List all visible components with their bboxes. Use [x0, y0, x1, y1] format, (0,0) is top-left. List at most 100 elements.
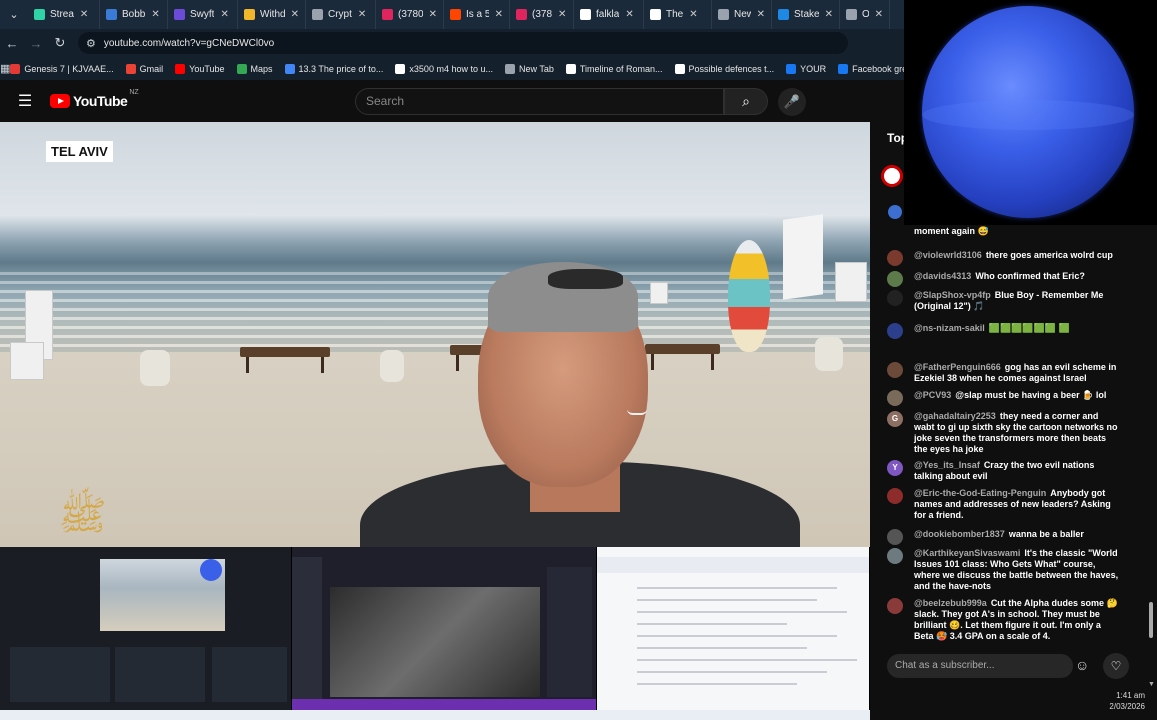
- chat-author-name[interactable]: @violewrld3106: [914, 250, 982, 260]
- channel-avatar[interactable]: [881, 165, 903, 187]
- chat-message[interactable]: @KarthikeyanSivaswami It's the classic "W…: [887, 548, 1119, 592]
- chat-author-avatar[interactable]: Y: [887, 460, 903, 476]
- chat-author-name[interactable]: @SlapShox-vp4fp: [914, 290, 991, 300]
- scrollbar-thumb[interactable]: [1149, 602, 1153, 638]
- browser-tab[interactable]: Offe ✕: [840, 0, 890, 29]
- apps-grid-icon[interactable]: ▦: [0, 62, 10, 75]
- bookmark-item[interactable]: New Tab: [504, 63, 554, 74]
- browser-tab[interactable]: (378 ✕: [510, 0, 574, 29]
- tab-search-chevron-icon[interactable]: ⌄: [0, 8, 28, 21]
- bookmark-item[interactable]: Gmail: [125, 63, 163, 74]
- browser-tab[interactable]: Is a 5 ✕: [444, 0, 510, 29]
- close-tab-icon[interactable]: ✕: [151, 9, 159, 20]
- chat-author-avatar[interactable]: [887, 488, 903, 504]
- bookmark-item[interactable]: Possible defences t...: [674, 63, 774, 74]
- browser-tab[interactable]: falkla ✕: [574, 0, 644, 29]
- menu-icon[interactable]: ☰: [0, 91, 50, 111]
- browser-tab[interactable]: Stake ✕: [772, 0, 840, 29]
- chat-message[interactable]: G @gahadaltairy2253 they need a corner and…: [887, 411, 1119, 455]
- close-tab-icon[interactable]: ✕: [825, 9, 833, 20]
- browser-tab[interactable]: (3780 ✕: [376, 0, 444, 29]
- close-tab-icon[interactable]: ✕: [875, 9, 883, 20]
- chat-author-name[interactable]: @FatherPenguin666: [914, 362, 1001, 372]
- chat-author-avatar[interactable]: [887, 271, 903, 287]
- chat-message-body: @Yes_its_Insaf Crazy the two evil nations…: [914, 460, 1119, 482]
- search-button[interactable]: ⌕: [724, 88, 768, 115]
- back-arrow-icon[interactable]: ←: [0, 36, 24, 51]
- chat-author-avatar[interactable]: [887, 362, 903, 378]
- bookmark-item[interactable]: Maps: [236, 63, 273, 74]
- browser-tab[interactable]: Strea ✕: [28, 0, 100, 29]
- chat-author-avatar[interactable]: [887, 548, 903, 564]
- chat-scrollbar[interactable]: ▲ ▼: [1148, 220, 1155, 688]
- chat-author-name[interactable]: @davids4313: [914, 271, 971, 281]
- heart-reaction-button[interactable]: ♡: [1103, 653, 1129, 679]
- chat-message[interactable]: @ns-nizam-sakil 🟩🟩🟩🟩🟩🟩 🟩: [887, 323, 1119, 339]
- browser-tab[interactable]: New ✕: [712, 0, 772, 29]
- bookmark-item[interactable]: YOUR: [786, 63, 826, 74]
- video-player[interactable]: TEL AVIV ﷺ: [0, 122, 870, 547]
- chat-message[interactable]: @davids4313 Who confirmed that Eric?: [887, 271, 1119, 287]
- chat-author-avatar[interactable]: [887, 290, 903, 306]
- site-info-icon[interactable]: ⚙: [86, 37, 96, 50]
- chat-author-name[interactable]: @Eric-the-God-Eating-Penguin: [914, 488, 1046, 498]
- bookmark-item[interactable]: 13.3 The price of to...: [284, 63, 383, 74]
- search-input[interactable]: Search: [355, 88, 724, 115]
- browser-tab[interactable]: The ✕: [644, 0, 712, 29]
- bookmark-item[interactable]: Genesis 7 | KJVAAE...: [10, 63, 114, 74]
- close-tab-icon[interactable]: ✕: [220, 9, 228, 20]
- chat-message[interactable]: @dookiebomber1837 wanna be a baller: [887, 529, 1119, 545]
- chat-author-avatar[interactable]: G: [887, 411, 903, 427]
- screen-preview-obs[interactable]: [0, 547, 292, 713]
- trash-bin: [815, 337, 843, 371]
- close-tab-icon[interactable]: ✕: [757, 9, 765, 20]
- screen-preview-discord[interactable]: [292, 547, 597, 713]
- chat-message[interactable]: Y @Yes_its_Insaf Crazy the two evil nation…: [887, 460, 1119, 482]
- chat-author-avatar[interactable]: [887, 250, 903, 266]
- bookmark-item[interactable]: Timeline of Roman...: [565, 63, 663, 74]
- chat-author-avatar[interactable]: [887, 598, 903, 614]
- bookmark-item[interactable]: x3500 m4 how to u...: [395, 63, 493, 74]
- chat-author-avatar[interactable]: [887, 323, 903, 339]
- bookmark-item[interactable]: Facebook green: [838, 63, 904, 74]
- url-bar[interactable]: ⚙ youtube.com/watch?v=gCNeDWCl0vo: [78, 32, 848, 54]
- chat-author-avatar[interactable]: [887, 529, 903, 545]
- browser-tab[interactable]: Crypt ✕: [306, 0, 376, 29]
- screen-preview-spreadsheet[interactable]: [597, 547, 870, 713]
- chat-message[interactable]: @FatherPenguin666 gog has an evil scheme …: [887, 362, 1119, 384]
- close-tab-icon[interactable]: ✕: [558, 9, 566, 20]
- chat-author-name[interactable]: @KarthikeyanSivaswami: [914, 548, 1020, 558]
- chat-message[interactable]: @violewrld3106 there goes america wolrd c…: [887, 250, 1119, 266]
- close-tab-icon[interactable]: ✕: [358, 9, 366, 20]
- forward-arrow-icon[interactable]: →: [24, 36, 48, 51]
- browser-tab[interactable]: Bobb ✕: [100, 0, 168, 29]
- reload-icon[interactable]: ↻: [48, 35, 72, 51]
- close-tab-icon[interactable]: ✕: [689, 9, 697, 20]
- chat-author-name[interactable]: @Yes_its_Insaf: [914, 460, 980, 470]
- youtube-logo[interactable]: YouTube NZ: [50, 89, 139, 109]
- emoji-icon[interactable]: ☺: [1075, 657, 1089, 673]
- chat-author-name[interactable]: @gahadaltairy2253: [914, 411, 996, 421]
- close-tab-icon[interactable]: ✕: [495, 9, 503, 20]
- bookmark-item[interactable]: YouTube: [175, 63, 225, 74]
- chat-message[interactable]: @Eric-the-God-Eating-Penguin Anybody got …: [887, 488, 1119, 521]
- chat-author-name[interactable]: @beelzebub999a: [914, 598, 987, 608]
- chat-author-name[interactable]: @dookiebomber1837: [914, 529, 1005, 539]
- close-tab-icon[interactable]: ✕: [80, 9, 88, 20]
- browser-tab[interactable]: Swyft ✕: [168, 0, 238, 29]
- chat-author-name[interactable]: @PCV93: [914, 390, 951, 400]
- voice-search-button[interactable]: 🎤: [778, 88, 806, 116]
- chat-input[interactable]: Chat as a subscriber...: [887, 654, 1073, 678]
- close-tab-icon[interactable]: ✕: [429, 9, 437, 20]
- chat-message[interactable]: moment again 😅: [887, 226, 1119, 237]
- close-tab-icon[interactable]: ✕: [625, 9, 633, 20]
- chat-author-name[interactable]: @ns-nizam-sakil: [914, 323, 985, 333]
- chat-message[interactable]: @SlapShox-vp4fp Blue Boy - Remember Me (O…: [887, 290, 1119, 312]
- chat-author-avatar[interactable]: [887, 390, 903, 406]
- close-tab-icon[interactable]: ✕: [291, 9, 299, 20]
- system-clock[interactable]: 1:41 am 2/03/2026: [1092, 690, 1157, 712]
- browser-tab[interactable]: Withd ✕: [238, 0, 306, 29]
- chat-message[interactable]: @PCV93 @slap must be having a beer 🍺 lol: [887, 390, 1119, 406]
- chat-message[interactable]: @beelzebub999a Cut the Alpha dudes some 🤔…: [887, 598, 1119, 642]
- scroll-down-arrow-icon[interactable]: ▼: [1148, 681, 1155, 688]
